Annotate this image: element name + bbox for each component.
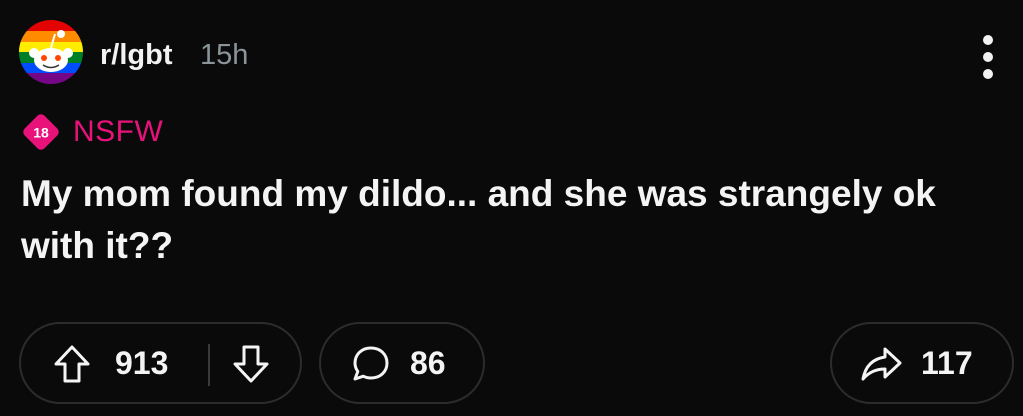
vote-divider — [208, 344, 210, 386]
post-card[interactable]: r/lgbt 15h 18 NSFW My mom found my dildo… — [0, 0, 1023, 416]
nsfw-badge-number: 18 — [33, 125, 49, 141]
upvote-icon[interactable] — [53, 344, 91, 389]
subreddit-avatar[interactable] — [19, 20, 83, 84]
nsfw-label: NSFW — [73, 115, 164, 148]
share-icon — [859, 344, 903, 389]
more-options-icon[interactable] — [970, 32, 1006, 82]
post-age: 15h — [200, 39, 249, 71]
vote-bar: 913 — [19, 322, 302, 404]
comment-button[interactable]: 86 — [319, 322, 485, 404]
comment-icon — [351, 344, 391, 389]
upvote-count: 913 — [115, 345, 169, 381]
share-count: 117 — [921, 345, 973, 381]
comment-count: 86 — [410, 345, 446, 381]
nsfw-icon: 18 — [22, 113, 60, 151]
subreddit-name[interactable]: r/lgbt — [100, 38, 173, 72]
share-button[interactable]: 117 — [830, 322, 1014, 404]
downvote-icon[interactable] — [232, 344, 270, 389]
post-title[interactable]: My mom found my dildo... and she was str… — [21, 168, 1006, 272]
